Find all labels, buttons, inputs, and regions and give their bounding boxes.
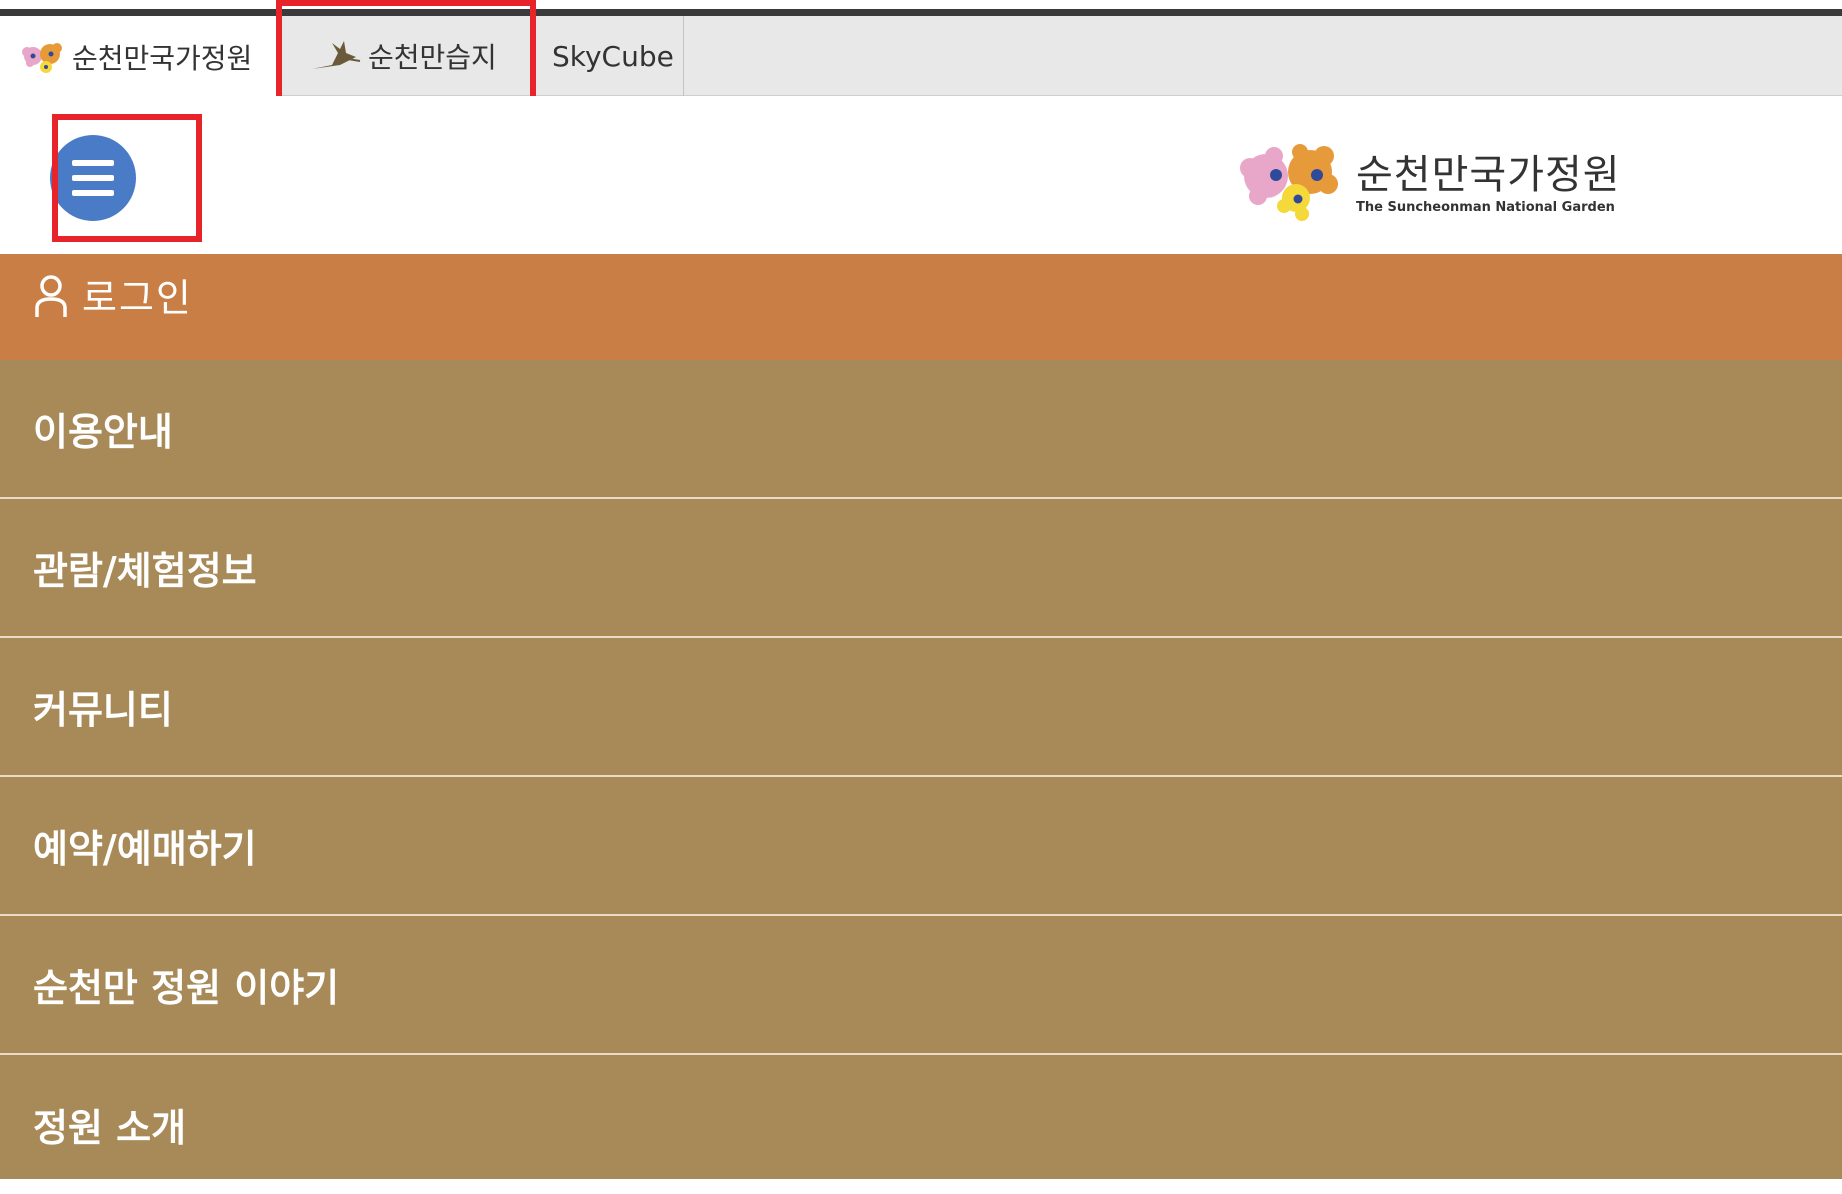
garden-flower-icon — [20, 38, 66, 76]
logo-name-english: The Suncheonman National Garden — [1356, 200, 1615, 215]
user-icon — [34, 274, 68, 318]
menu-line — [72, 190, 114, 196]
logo-text: 순천만국가정원 The Suncheonman National Garden — [1356, 153, 1621, 217]
menu-item-garden-story[interactable]: 순천만 정원 이야기 — [0, 916, 1842, 1055]
menu-item-usage-guide[interactable]: 이용안내 — [0, 360, 1842, 499]
tab-skycube[interactable]: SkyCube — [532, 16, 684, 96]
garden-logo-icon — [1236, 138, 1348, 232]
menu-item-visit-experience[interactable]: 관람/체험정보 — [0, 499, 1842, 638]
logo-name-korean: 순천만국가정원 — [1356, 152, 1621, 198]
site-logo[interactable]: 순천만국가정원 The Suncheonman National Garden — [1236, 140, 1621, 230]
menu-item-reservation[interactable]: 예약/예매하기 — [0, 777, 1842, 916]
tab-label: 순천만국가정원 — [72, 41, 253, 75]
tab-label: 순천만습지 — [368, 41, 497, 74]
menu-item-community[interactable]: 커뮤니티 — [0, 638, 1842, 777]
crane-bird-icon — [310, 39, 362, 73]
tab-suncheonman-wetland[interactable]: 순천만습지 — [282, 16, 532, 96]
hamburger-menu-icon[interactable] — [50, 135, 136, 221]
top-stripe — [0, 0, 1842, 16]
tab-suncheonman-garden[interactable]: 순천만국가정원 — [0, 16, 276, 97]
menu-item-garden-intro[interactable]: 정원 소개 — [0, 1055, 1842, 1194]
login-label: 로그인 — [82, 276, 193, 320]
login-button[interactable]: 로그인 — [0, 254, 1842, 360]
menu-line — [72, 175, 114, 181]
menu-line — [72, 160, 114, 166]
main-menu: 이용안내 관람/체험정보 커뮤니티 예약/예매하기 순천만 정원 이야기 정원 … — [0, 360, 1842, 1179]
site-tab-bar: 순천만국가정원 순천만습지 SkyCube — [0, 16, 1842, 97]
tab-label: SkyCube — [552, 39, 674, 73]
